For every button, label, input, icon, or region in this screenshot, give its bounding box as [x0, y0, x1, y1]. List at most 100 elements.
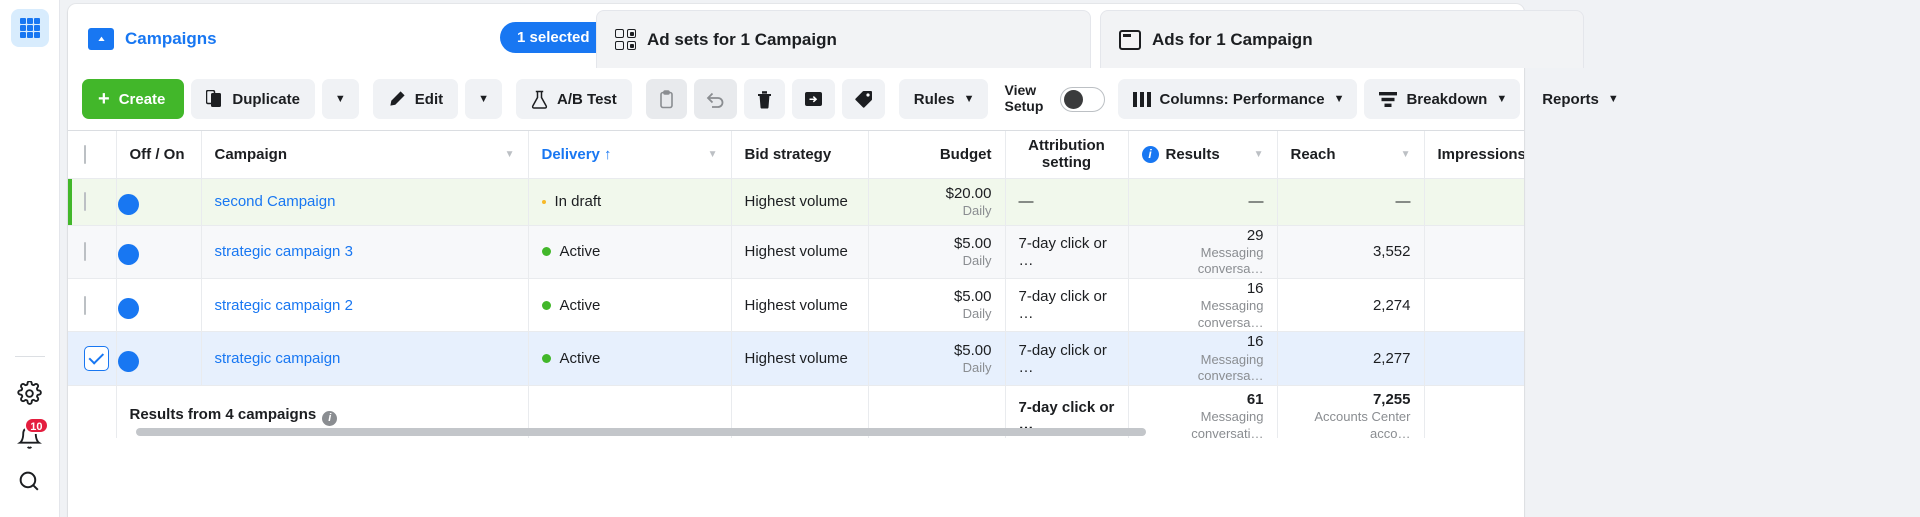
- row-campaign-cell[interactable]: strategic campaign: [201, 331, 529, 386]
- edit-button[interactable]: Edit: [372, 79, 459, 119]
- search-icon: [17, 469, 42, 494]
- grid-logo-icon[interactable]: [10, 9, 49, 47]
- row-checkbox[interactable]: [84, 242, 86, 262]
- row-attribution-cell: —: [1005, 178, 1129, 226]
- header-off-on: Off / On: [116, 131, 202, 179]
- horizontal-scrollbar[interactable]: [136, 428, 1524, 436]
- chevron-down-icon[interactable]: ▼: [1401, 149, 1411, 160]
- row-toggle-cell[interactable]: [116, 278, 202, 333]
- duplicate-caret-button[interactable]: ▼: [321, 79, 359, 119]
- table-body: second Campaign In draft Highest volume $20…: [68, 178, 1524, 438]
- row-toggle-cell[interactable]: [116, 178, 202, 226]
- reach-value: 2,277: [1372, 350, 1411, 368]
- rules-button[interactable]: Rules ▼: [898, 79, 988, 119]
- row-budget-cell: $20.00 Daily: [868, 178, 1006, 226]
- campaign-name-link[interactable]: strategic campaign 3: [215, 243, 353, 260]
- header-bid-strategy: Bid strategy: [731, 131, 869, 179]
- tab-campaigns[interactable]: Campaigns: [68, 10, 235, 68]
- campaign-name-link[interactable]: second Campaign: [215, 193, 336, 210]
- undo-button[interactable]: [693, 79, 737, 119]
- ab-test-button[interactable]: A/B Test: [516, 79, 632, 119]
- campaign-name-link[interactable]: strategic campaign: [215, 350, 341, 367]
- status-dot-active: [541, 300, 551, 310]
- header-campaign[interactable]: Campaign ▼: [201, 131, 529, 179]
- edit-caret-button[interactable]: ▼: [465, 79, 503, 119]
- columns-button[interactable]: Columns: Performance ▼: [1117, 79, 1358, 119]
- reports-button[interactable]: Reports ▼: [1527, 79, 1632, 119]
- delivery-status-label: Active: [559, 296, 601, 314]
- info-icon[interactable]: i: [1141, 145, 1159, 163]
- header-select-all[interactable]: [68, 131, 117, 179]
- table-row[interactable]: strategic campaign Active Highest volume $5…: [68, 331, 1524, 386]
- row-results-cell: 16 Messaging conversa…: [1128, 278, 1278, 333]
- row-select-cell[interactable]: [68, 225, 117, 279]
- budget-cadence: Daily: [962, 253, 992, 268]
- duplicate-button[interactable]: Duplicate: [191, 79, 315, 119]
- table-row[interactable]: strategic campaign 3 Active Highest volume…: [68, 225, 1524, 279]
- chevron-down-icon[interactable]: ▼: [1254, 149, 1264, 160]
- row-impressions-cell: [1424, 225, 1524, 279]
- chevron-down-icon[interactable]: ▼: [708, 149, 718, 160]
- rules-button-label: Rules: [913, 90, 955, 108]
- selection-pill-label: 1 selected: [517, 29, 590, 46]
- rail-item-notifications[interactable]: 10: [8, 415, 52, 459]
- notification-badge: 10: [24, 417, 49, 434]
- row-delivery-cell: Active: [528, 225, 732, 279]
- budget-cadence: Daily: [962, 202, 992, 218]
- row-select-cell[interactable]: [68, 278, 117, 333]
- row-select-cell[interactable]: [68, 331, 117, 386]
- header-delivery[interactable]: Delivery ↑ ▼: [528, 131, 732, 179]
- row-campaign-cell[interactable]: strategic campaign 2: [201, 278, 529, 333]
- row-campaign-cell[interactable]: second Campaign: [201, 178, 529, 226]
- row-impressions-cell: [1424, 278, 1524, 333]
- action-toolbar: + Create Duplicate ▼ Edit ▼ A/B Test Rul…: [68, 68, 1632, 130]
- columns-icon: [1132, 91, 1151, 107]
- row-bid-strategy-cell: Highest volume: [731, 225, 869, 279]
- breakdown-button[interactable]: Breakdown ▼: [1364, 79, 1521, 119]
- tag-button[interactable]: [841, 79, 885, 119]
- row-toggle-cell[interactable]: [116, 331, 202, 386]
- results-value: 29: [1246, 226, 1264, 244]
- select-all-checkbox[interactable]: [84, 144, 86, 164]
- rail-item-search[interactable]: [8, 459, 52, 503]
- tab-ads[interactable]: Ads for 1 Campaign: [1100, 10, 1584, 68]
- row-checkbox[interactable]: [84, 295, 86, 315]
- row-checkbox[interactable]: [84, 192, 86, 211]
- budget-amount: $5.00: [953, 234, 992, 252]
- chevron-down-icon[interactable]: ▼: [505, 149, 515, 160]
- copy-button[interactable]: [645, 79, 687, 119]
- attribution-value: —: [1018, 193, 1034, 210]
- row-reach-cell: —: [1277, 178, 1425, 226]
- budget-amount: $20.00: [945, 184, 992, 202]
- campaign-name-link[interactable]: strategic campaign 2: [215, 297, 353, 314]
- tab-ad-sets[interactable]: Ad sets for 1 Campaign: [596, 10, 1091, 68]
- header-results[interactable]: i Results ▼: [1128, 131, 1278, 179]
- info-icon[interactable]: i: [322, 411, 338, 427]
- attribution-value: 7-day click or …: [1018, 288, 1107, 323]
- bid-strategy-value: Highest volume: [744, 243, 848, 261]
- reach-value: 3,552: [1372, 243, 1411, 261]
- view-setup-label: View Setup: [1004, 82, 1044, 114]
- export-icon: [804, 90, 823, 108]
- table-row[interactable]: strategic campaign 2 Active Highest volume…: [68, 278, 1524, 333]
- table-row[interactable]: second Campaign In draft Highest volume $20…: [68, 178, 1524, 226]
- campaigns-table: Off / On Campaign ▼ Delivery ↑ ▼ Bid str…: [68, 131, 1524, 438]
- export-button[interactable]: [791, 79, 835, 119]
- create-button-label: Create: [118, 90, 166, 108]
- create-button[interactable]: + Create: [82, 79, 185, 119]
- row-bid-strategy-cell: Highest volume: [731, 278, 869, 333]
- row-select-cell[interactable]: [68, 178, 117, 226]
- rail-item-settings[interactable]: [8, 371, 52, 415]
- attribution-value: 7-day click or …: [1018, 234, 1107, 269]
- view-setup-control[interactable]: View Setup: [995, 82, 1111, 114]
- row-campaign-cell[interactable]: strategic campaign 3: [201, 225, 529, 279]
- chevron-down-icon: ▼: [334, 92, 346, 105]
- table-header-row: Off / On Campaign ▼ Delivery ↑ ▼ Bid str…: [68, 131, 1525, 179]
- view-setup-toggle[interactable]: [1059, 86, 1105, 112]
- header-reach[interactable]: Reach ▼: [1277, 131, 1425, 179]
- header-impressions-label: Impressions: [1437, 145, 1525, 163]
- results-metric: Messaging conversa…: [1197, 351, 1264, 384]
- delete-button[interactable]: [743, 79, 785, 119]
- row-toggle-cell[interactable]: [116, 225, 202, 279]
- row-checkbox[interactable]: [84, 346, 109, 372]
